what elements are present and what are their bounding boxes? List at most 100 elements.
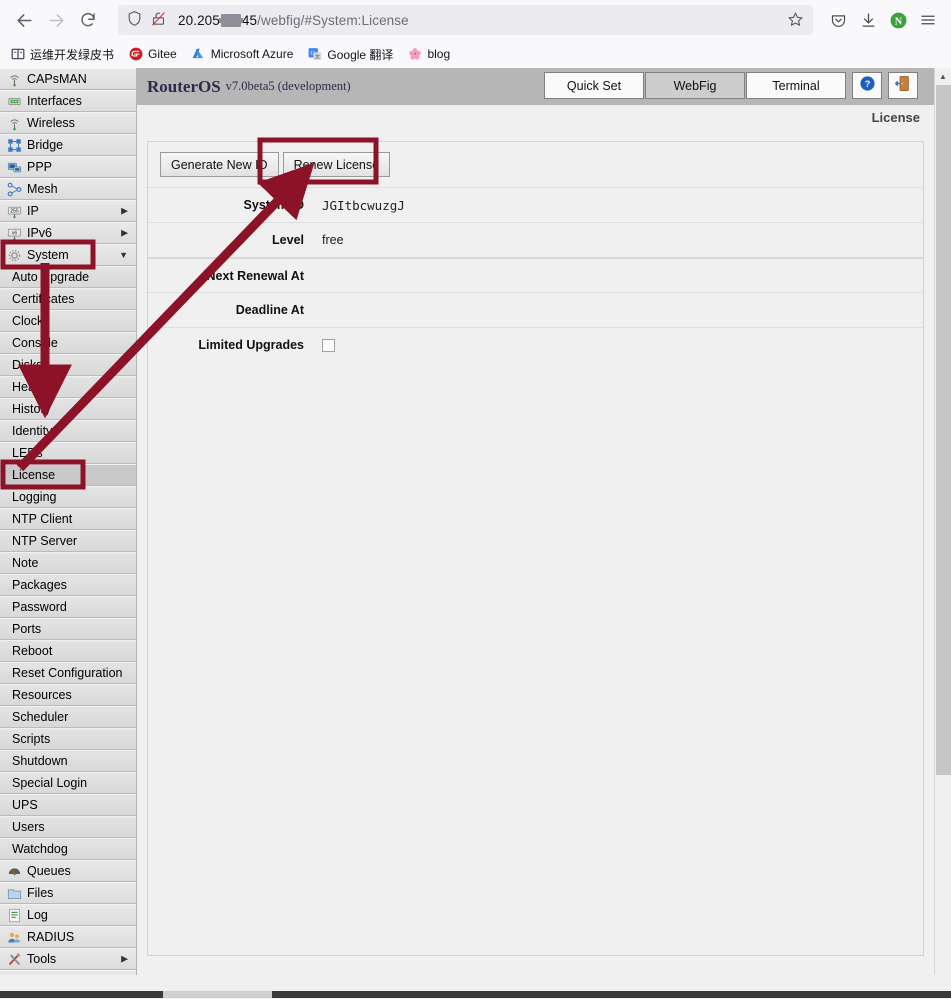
ppp-icon: [6, 159, 22, 175]
chevron-down-icon: ▼: [119, 250, 128, 260]
sidebar-item-ppp[interactable]: PPP: [0, 156, 136, 178]
shield-icon[interactable]: [126, 10, 146, 30]
help-icon: ?: [859, 75, 876, 97]
menu-icon[interactable]: [913, 5, 943, 35]
sidebar-item-label: System: [27, 248, 69, 262]
svg-text:N: N: [894, 16, 902, 27]
gitee-icon: [128, 47, 143, 62]
submenu-item-label: Note: [12, 556, 38, 570]
submenu-item-reboot[interactable]: Reboot: [0, 640, 136, 662]
submenu-item-ports[interactable]: Ports: [0, 618, 136, 640]
sidebar-bottom-menu[interactable]: QueuesFilesLog RADIUS Tools▶Routing▶: [0, 860, 136, 975]
sidebar[interactable]: CAPsMAN Interfaces Wireless Bridge: [0, 68, 137, 975]
vertical-scrollbar[interactable]: ▲: [934, 68, 951, 975]
sidebar-item-mesh[interactable]: Mesh: [0, 178, 136, 200]
forward-button[interactable]: [40, 4, 72, 36]
tab-webfig[interactable]: WebFig: [645, 72, 745, 99]
submenu-item-ups[interactable]: UPS: [0, 794, 136, 816]
browser-nav-bar: 20.20545/webfig/#System:License N: [0, 0, 951, 40]
submenu-item-license[interactable]: License: [0, 464, 136, 486]
submenu-item-identity[interactable]: Identity: [0, 420, 136, 442]
submenu-item-password[interactable]: Password: [0, 596, 136, 618]
submenu-item-ntp-client[interactable]: NTP Client: [0, 508, 136, 530]
url-bar[interactable]: 20.20545/webfig/#System:License: [118, 5, 813, 35]
sidebar-item-radius[interactable]: RADIUS: [0, 926, 136, 948]
webfig-page: CAPsMAN Interfaces Wireless Bridge: [0, 68, 951, 999]
sidebar-item-log[interactable]: Log: [0, 904, 136, 926]
submenu-item-shutdown[interactable]: Shutdown: [0, 750, 136, 772]
sidebar-item-capsman[interactable]: CAPsMAN: [0, 68, 136, 90]
star-icon[interactable]: [787, 11, 805, 29]
horizontal-scrollbar-track-right[interactable]: [272, 991, 951, 998]
submenu-item-label: Users: [12, 820, 45, 834]
form-row: Limited Upgrades: [148, 327, 923, 362]
submenu-item-label: History: [12, 402, 51, 416]
form-row: System IDJGItbcwuzgJ: [148, 187, 923, 222]
submenu-item-certificates[interactable]: Certificates: [0, 288, 136, 310]
bookmark-item-4[interactable]: blog: [401, 45, 456, 64]
submenu-item-scripts[interactable]: Scripts: [0, 728, 136, 750]
submenu-item-packages[interactable]: Packages: [0, 574, 136, 596]
submenu-item-note[interactable]: Note: [0, 552, 136, 574]
submenu-item-scheduler[interactable]: Scheduler: [0, 706, 136, 728]
form-label-limited-upgrades: Limited Upgrades: [148, 338, 322, 352]
tab-quick-set[interactable]: Quick Set: [544, 72, 644, 99]
bookmark-item-1[interactable]: Gitee: [122, 45, 183, 64]
submenu-item-logging[interactable]: Logging: [0, 486, 136, 508]
submenu-item-auto-upgrade[interactable]: Auto Upgrade: [0, 266, 136, 288]
ipv6-icon: v6: [6, 225, 22, 241]
horizontal-scrollbar[interactable]: [0, 989, 951, 999]
form-row: Deadline At: [148, 292, 923, 327]
vertical-scrollbar-thumb[interactable]: [936, 85, 951, 775]
submenu-item-label: Resources: [12, 688, 72, 702]
submenu-item-leds[interactable]: LEDs: [0, 442, 136, 464]
sidebar-item-system[interactable]: System ▼: [0, 244, 136, 266]
noscript-icon[interactable]: N: [883, 5, 913, 35]
sidebar-item-wireless[interactable]: Wireless: [0, 112, 136, 134]
submenu-item-watchdog[interactable]: Watchdog: [0, 838, 136, 860]
sidebar-item-interfaces[interactable]: Interfaces: [0, 90, 136, 112]
generate-new-id-button[interactable]: Generate New ID: [160, 152, 279, 177]
submenu-item-users[interactable]: Users: [0, 816, 136, 838]
url-redacted-block: [221, 14, 241, 27]
download-icon[interactable]: [853, 5, 883, 35]
bookmark-item-0[interactable]: 运维开发绿皮书: [4, 44, 120, 65]
bookmark-label: Microsoft Azure: [211, 47, 294, 61]
submenu-item-special-login[interactable]: Special Login: [0, 772, 136, 794]
tab-terminal[interactable]: Terminal: [746, 72, 846, 99]
sidebar-item-queues[interactable]: Queues: [0, 860, 136, 882]
sidebar-item-tools[interactable]: Tools▶: [0, 948, 136, 970]
renew-license-button[interactable]: Renew License: [283, 152, 390, 177]
submenu-item-reset-configuration[interactable]: Reset Configuration: [0, 662, 136, 684]
submenu-item-resources[interactable]: Resources: [0, 684, 136, 706]
sidebar-item-ipv6[interactable]: v6 IPv6 ▶: [0, 222, 136, 244]
submenu-item-console[interactable]: Console: [0, 332, 136, 354]
sidebar-item-label: RADIUS: [27, 930, 74, 944]
lock-broken-icon[interactable]: [150, 10, 170, 30]
submenu-item-disks[interactable]: Disks: [0, 354, 136, 376]
url-host-tail: 45: [242, 13, 257, 28]
back-button[interactable]: [8, 4, 40, 36]
scroll-up-icon[interactable]: ▲: [935, 68, 951, 85]
bookmark-item-3[interactable]: G文 Google 翻译: [301, 44, 399, 65]
bookmark-item-2[interactable]: Microsoft Azure: [185, 45, 300, 64]
submenu-item-label: Clock: [12, 314, 43, 328]
sidebar-item-label: Mesh: [27, 182, 58, 196]
horizontal-scrollbar-thumb[interactable]: [0, 991, 163, 998]
sidebar-item-ip[interactable]: 255 IP ▶: [0, 200, 136, 222]
logout-button[interactable]: [888, 72, 918, 99]
sidebar-item-bridge[interactable]: Bridge: [0, 134, 136, 156]
submenu-item-ntp-server[interactable]: NTP Server: [0, 530, 136, 552]
pocket-icon[interactable]: [823, 5, 853, 35]
submenu-item-history[interactable]: History: [0, 398, 136, 420]
content-area: RouterOS v7.0beta5 (development) Quick S…: [137, 68, 934, 975]
submenu-item-health[interactable]: Health: [0, 376, 136, 398]
sidebar-item-files[interactable]: Files: [0, 882, 136, 904]
wireless-icon: [6, 115, 22, 131]
reload-button[interactable]: [72, 4, 104, 36]
help-button[interactable]: ?: [852, 72, 882, 99]
limited-upgrades-checkbox[interactable]: [322, 339, 335, 352]
system-submenu[interactable]: Auto UpgradeCertificates Clock ConsoleDisk…: [0, 266, 136, 860]
submenu-item-clock[interactable]: Clock: [0, 310, 136, 332]
sidebar-item-routing[interactable]: Routing▶: [0, 970, 136, 975]
